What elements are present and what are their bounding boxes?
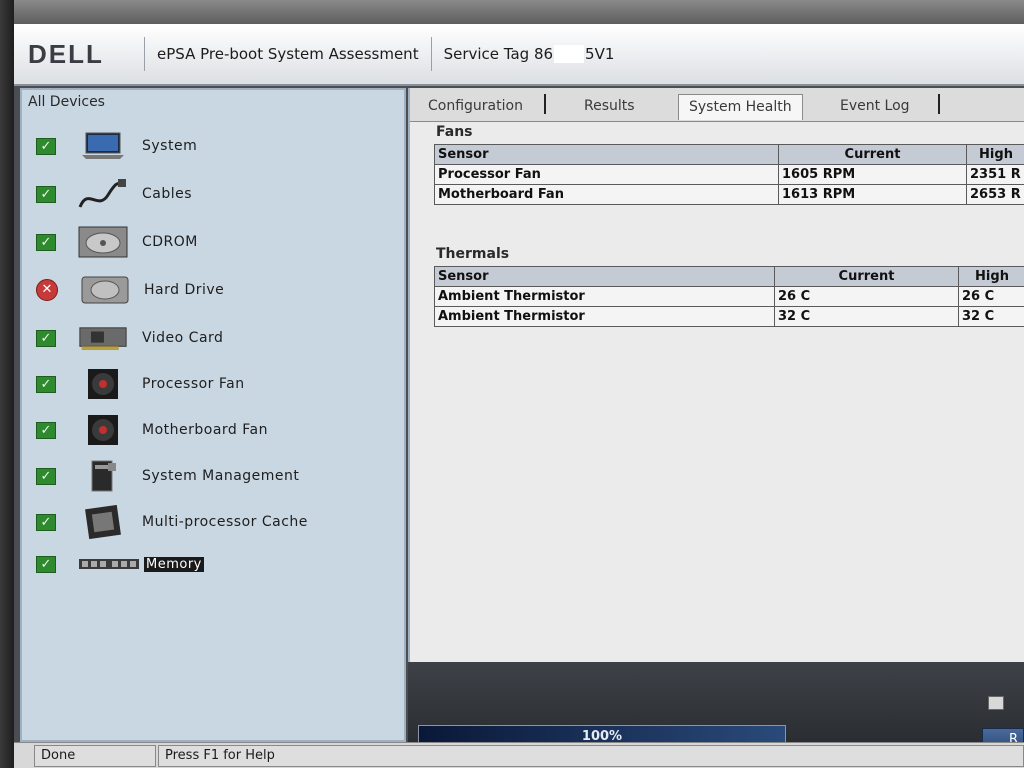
table-cell: 26 C — [958, 286, 1024, 307]
table-cell: 1605 RPM — [778, 164, 967, 185]
service-tag: Service Tag 86 5V1 — [443, 44, 615, 64]
device-label: System — [142, 138, 198, 154]
pass-check-icon: ✓ — [36, 467, 56, 485]
device-label: CDROM — [142, 234, 198, 250]
column-header: Current — [774, 266, 959, 287]
table-cell: Processor Fan — [434, 164, 779, 185]
video-card-icon — [78, 321, 128, 355]
cpu-icon — [78, 505, 128, 539]
column-header: Current — [778, 144, 967, 165]
monitor-bezel-left — [0, 0, 14, 768]
memory-icon — [78, 547, 140, 581]
tab-divider — [938, 94, 940, 114]
device-label: System Management — [142, 468, 300, 484]
table-cell: 2653 R — [966, 184, 1024, 205]
tab-results[interactable]: Results — [574, 94, 645, 120]
service-tag-redaction — [554, 45, 585, 64]
table-cell: 32 C — [774, 306, 959, 327]
fans-table: Sensor Current High Processor Fan 1605 R… — [434, 144, 1024, 205]
device-item-multiprocessor-cache[interactable]: ✓ Multi-processor Cache — [36, 504, 308, 540]
service-tag-suffix: 5V1 — [585, 44, 615, 63]
pass-check-icon: ✓ — [36, 137, 56, 155]
pass-check-icon: ✓ — [36, 555, 56, 573]
table-cell: Motherboard Fan — [434, 184, 779, 205]
pass-check-icon: ✓ — [36, 375, 56, 393]
device-item-cables[interactable]: ✓ Cables — [36, 176, 192, 212]
column-header: High — [966, 144, 1024, 165]
column-header: High — [958, 266, 1024, 287]
device-label: Multi-processor Cache — [142, 514, 308, 530]
pass-check-icon: ✓ — [36, 513, 56, 531]
table-cell: Ambient Thermistor — [434, 286, 775, 307]
pass-check-icon: ✓ — [36, 233, 56, 251]
device-list-title: All Devices — [28, 94, 105, 110]
tab-bar: Configuration Results System Health Even… — [410, 88, 1024, 122]
device-list-panel: All Devices ✓ System ✓ Cables ✓ CDROM ✕ — [20, 88, 406, 742]
option-checkbox[interactable] — [988, 696, 1004, 710]
hard-drive-icon — [80, 273, 130, 307]
device-item-processor-fan[interactable]: ✓ Processor Fan — [36, 366, 245, 402]
tab-event-log[interactable]: Event Log — [830, 94, 920, 120]
table-header-row: Sensor Current High — [434, 266, 1024, 287]
tab-system-health[interactable]: System Health — [678, 94, 803, 120]
table-cell: Ambient Thermistor — [434, 306, 775, 327]
table-cell: 32 C — [958, 306, 1024, 327]
pass-check-icon: ✓ — [36, 329, 56, 347]
help-hint: Press F1 for Help — [158, 745, 1024, 767]
tab-divider — [544, 94, 546, 114]
fan-icon — [78, 367, 128, 401]
fans-section-title: Fans — [436, 124, 473, 140]
service-tag-prefix: Service Tag 86 — [443, 44, 554, 63]
table-cell: 2351 R — [966, 164, 1024, 185]
system-management-icon — [78, 459, 128, 493]
device-item-cdrom[interactable]: ✓ CDROM — [36, 224, 198, 260]
pass-check-icon: ✓ — [36, 421, 56, 439]
device-item-video-card[interactable]: ✓ Video Card — [36, 320, 223, 356]
table-row: Motherboard Fan 1613 RPM 2653 R — [434, 184, 1024, 205]
table-cell: 1613 RPM — [778, 184, 967, 205]
device-item-hard-drive[interactable]: ✕ Hard Drive — [36, 272, 224, 308]
device-label: Hard Drive — [144, 282, 225, 298]
table-row: Processor Fan 1605 RPM 2351 R — [434, 164, 1024, 185]
table-header-row: Sensor Current High — [434, 144, 1024, 165]
thermals-table: Sensor Current High Ambient Thermistor 2… — [434, 266, 1024, 327]
device-item-motherboard-fan[interactable]: ✓ Motherboard Fan — [36, 412, 268, 448]
fail-x-icon: ✕ — [36, 279, 58, 301]
column-header: Sensor — [434, 266, 775, 287]
device-label: Motherboard Fan — [142, 422, 268, 438]
header-divider — [430, 37, 432, 71]
fan-icon — [78, 413, 128, 447]
device-label: Processor Fan — [142, 376, 245, 392]
status-text: Done — [34, 745, 156, 767]
device-item-system-management[interactable]: ✓ System Management — [36, 458, 299, 494]
monitor-bezel-top — [0, 0, 1024, 26]
device-item-system[interactable]: ✓ System — [36, 128, 197, 164]
pass-check-icon: ✓ — [36, 185, 56, 203]
thermals-section-title: Thermals — [436, 246, 510, 262]
laptop-icon — [78, 129, 128, 163]
column-header: Sensor — [434, 144, 779, 165]
tab-configuration[interactable]: Configuration — [418, 94, 533, 120]
header-divider — [144, 37, 145, 71]
table-row: Ambient Thermistor 32 C 32 C — [434, 306, 1024, 327]
device-item-memory[interactable]: ✓ Memory — [36, 546, 204, 582]
device-label: Video Card — [142, 330, 224, 346]
device-label: Cables — [142, 186, 193, 202]
dell-logo: DELL — [28, 38, 104, 69]
status-bar: Done Press F1 for Help — [14, 742, 1024, 768]
cdrom-icon — [78, 225, 128, 259]
device-label-selected: Memory — [144, 556, 204, 572]
cable-icon — [78, 177, 128, 211]
app-header: DELL ePSA Pre-boot System Assessment Ser… — [14, 24, 1024, 86]
app-title: ePSA Pre-boot System Assessment — [157, 45, 419, 63]
screen: DELL ePSA Pre-boot System Assessment Ser… — [14, 24, 1024, 768]
details-panel: Configuration Results System Health Even… — [408, 88, 1024, 662]
table-row: Ambient Thermistor 26 C 26 C — [434, 286, 1024, 307]
table-cell: 26 C — [774, 286, 959, 307]
